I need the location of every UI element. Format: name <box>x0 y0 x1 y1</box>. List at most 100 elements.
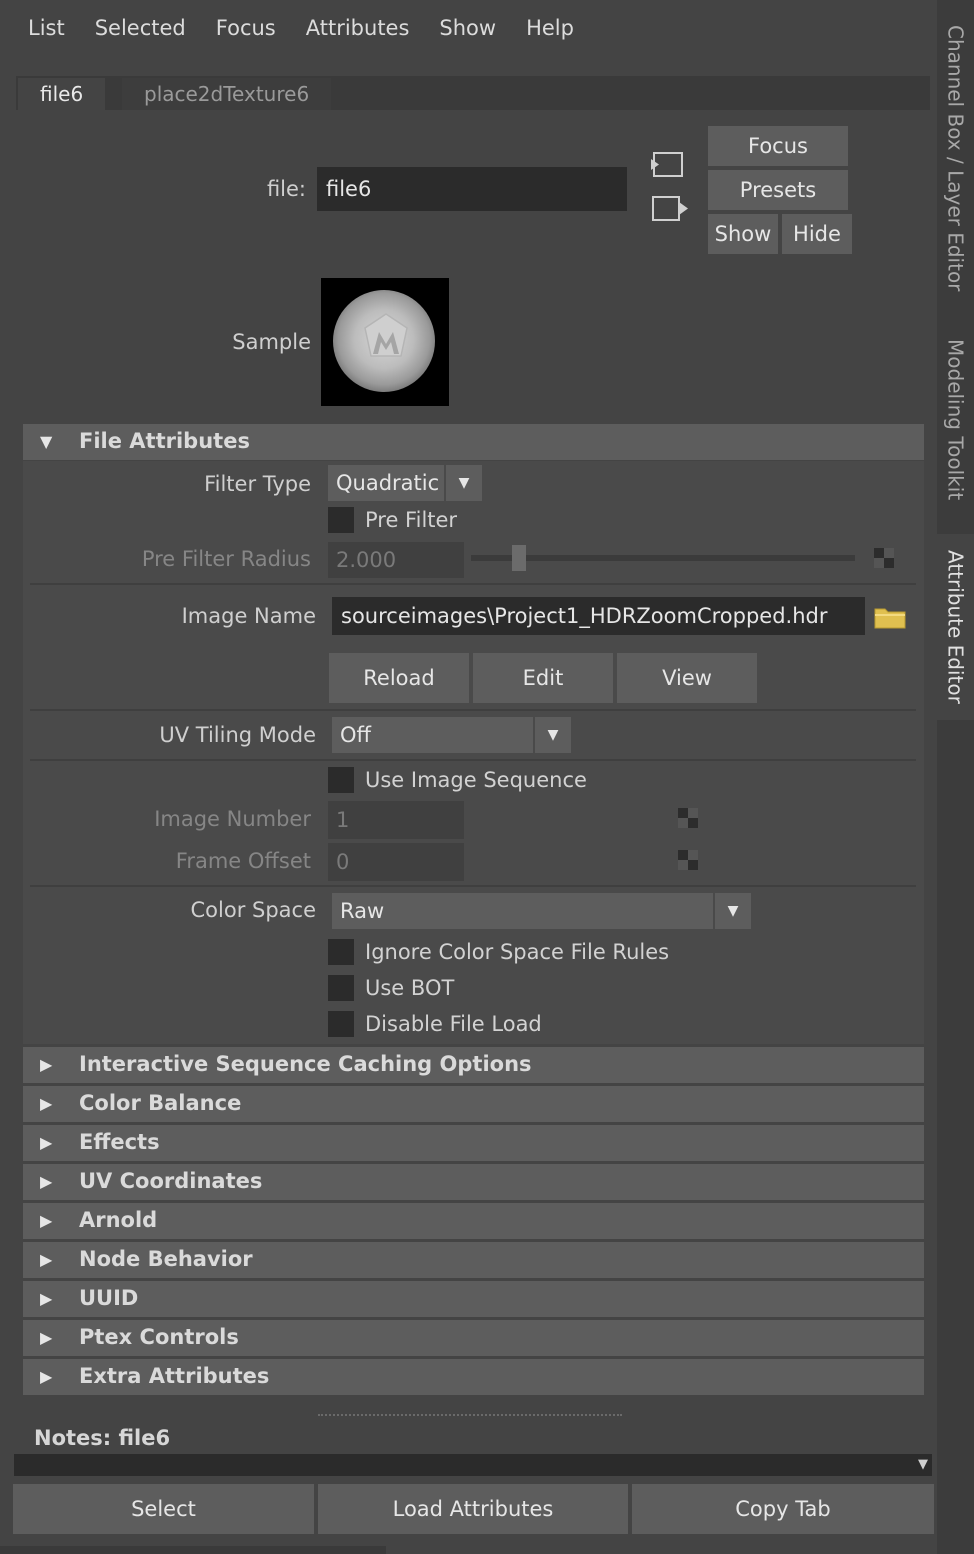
section-effects[interactable]: ▶ Effects <box>23 1125 924 1161</box>
maya-logo-icon <box>364 313 408 357</box>
hide-button[interactable]: Hide <box>782 214 852 254</box>
color-space-dropdown[interactable]: Raw ▼ <box>332 893 751 929</box>
section-file-attributes[interactable]: ▼ File Attributes <box>23 424 924 460</box>
select-button[interactable]: Select <box>13 1484 314 1534</box>
vtab-label: Modeling Toolkit <box>943 339 968 501</box>
node-tab-bar: file6 place2dTexture6 <box>16 76 930 110</box>
notes-label: Notes: file6 <box>34 1426 171 1450</box>
image-number-field[interactable]: 1 <box>328 801 464 839</box>
ignore-color-space-rules-label: Ignore Color Space File Rules <box>365 940 670 964</box>
section-title: File Attributes <box>79 429 250 453</box>
section-ptex-controls[interactable]: ▶ Ptex Controls <box>23 1320 924 1356</box>
view-button[interactable]: View <box>617 653 757 703</box>
image-number-label: Image Number <box>154 807 311 831</box>
image-name-field[interactable]: sourceimages\Project1_HDRZoomCropped.hdr <box>332 597 865 635</box>
focus-button[interactable]: Focus <box>708 126 848 166</box>
disable-file-load-label: Disable File Load <box>365 1012 542 1036</box>
section-interactive-sequence-caching[interactable]: ▶ Interactive Sequence Caching Options <box>23 1047 924 1083</box>
chevron-down-icon: ▼ <box>713 893 751 929</box>
collapsed-arrow-icon: ▶ <box>40 1250 53 1269</box>
collapsed-arrow-icon: ▶ <box>40 1094 53 1113</box>
section-title: Ptex Controls <box>79 1325 239 1349</box>
tab-file6[interactable]: file6 <box>18 78 106 110</box>
attribute-editor-panel: List Selected Focus Attributes Show Help… <box>0 0 937 1554</box>
chevron-down-icon: ▼ <box>533 717 571 753</box>
menu-focus[interactable]: Focus <box>216 16 276 40</box>
node-name-field[interactable]: file6 <box>317 167 627 211</box>
section-extra-attributes[interactable]: ▶ Extra Attributes <box>23 1359 924 1395</box>
section-color-balance[interactable]: ▶ Color Balance <box>23 1086 924 1122</box>
map-button-icon[interactable] <box>678 850 698 870</box>
menu-list[interactable]: List <box>28 16 65 40</box>
divider <box>30 583 916 585</box>
section-uv-coordinates[interactable]: ▶ UV Coordinates <box>23 1164 924 1200</box>
tab-channel-box-layer-editor[interactable]: Channel Box / Layer Editor <box>937 10 974 306</box>
divider <box>30 885 916 887</box>
menu-bar: List Selected Focus Attributes Show Help <box>8 8 584 48</box>
tab-modeling-toolkit[interactable]: Modeling Toolkit <box>937 312 974 528</box>
menu-show[interactable]: Show <box>439 16 496 40</box>
pre-filter-radius-label: Pre Filter Radius <box>141 547 311 571</box>
collapsed-arrow-icon: ▶ <box>40 1133 53 1152</box>
side-tab-strip: Channel Box / Layer Editor Modeling Tool… <box>937 0 974 1554</box>
section-node-behavior[interactable]: ▶ Node Behavior <box>23 1242 924 1278</box>
notes-resize-handle[interactable] <box>318 1414 622 1416</box>
pre-filter-radius-slider-track[interactable] <box>471 555 855 561</box>
collapsed-arrow-icon: ▶ <box>40 1211 53 1230</box>
map-button-icon[interactable] <box>874 548 894 568</box>
pre-filter-label: Pre Filter <box>365 508 458 532</box>
sample-label: Sample <box>232 330 311 354</box>
input-connection-icon[interactable] <box>650 150 686 180</box>
show-button[interactable]: Show <box>708 214 778 254</box>
dropdown-value: Quadratic <box>336 471 440 495</box>
vtab-label: Channel Box / Layer Editor <box>943 24 968 292</box>
image-name-label: Image Name <box>181 604 316 628</box>
menu-help[interactable]: Help <box>526 16 574 40</box>
color-space-label: Color Space <box>190 898 317 922</box>
expanded-arrow-icon: ▼ <box>40 432 53 451</box>
status-strip <box>0 1546 386 1554</box>
use-bot-label: Use BOT <box>365 976 455 1000</box>
section-title: Extra Attributes <box>79 1364 270 1388</box>
collapsed-arrow-icon: ▶ <box>40 1328 53 1347</box>
dropdown-value: Raw <box>340 899 385 923</box>
copy-tab-button[interactable]: Copy Tab <box>632 1484 934 1534</box>
collapsed-arrow-icon: ▶ <box>40 1367 53 1386</box>
pre-filter-checkbox[interactable] <box>328 507 354 533</box>
notes-field[interactable]: ▼ <box>14 1454 932 1476</box>
section-title: Effects <box>79 1130 160 1154</box>
use-image-sequence-checkbox[interactable] <box>328 767 354 793</box>
sample-swatch[interactable] <box>321 278 449 406</box>
pre-filter-radius-slider-handle[interactable] <box>512 545 526 571</box>
tab-attribute-editor[interactable]: Attribute Editor <box>937 534 974 720</box>
section-title: UV Coordinates <box>79 1169 263 1193</box>
menu-selected[interactable]: Selected <box>95 16 186 40</box>
tab-place2dtexture6[interactable]: place2dTexture6 <box>122 78 332 110</box>
load-attributes-button[interactable]: Load Attributes <box>318 1484 628 1534</box>
filter-type-dropdown[interactable]: Quadratic ▼ <box>328 465 482 501</box>
section-title: Interactive Sequence Caching Options <box>79 1052 532 1076</box>
edit-button[interactable]: Edit <box>473 653 613 703</box>
folder-icon[interactable] <box>874 605 906 629</box>
frame-offset-field[interactable]: 0 <box>328 843 464 881</box>
disable-file-load-checkbox[interactable] <box>328 1011 354 1037</box>
uv-tiling-mode-label: UV Tiling Mode <box>159 723 316 747</box>
section-title: Arnold <box>79 1208 158 1232</box>
pre-filter-radius-field[interactable]: 2.000 <box>328 542 464 578</box>
chevron-down-icon[interactable]: ▼ <box>918 1457 928 1472</box>
map-button-icon[interactable] <box>678 808 698 828</box>
collapsed-arrow-icon: ▶ <box>40 1172 53 1191</box>
use-bot-checkbox[interactable] <box>328 975 354 1001</box>
section-arnold[interactable]: ▶ Arnold <box>23 1203 924 1239</box>
section-title: UUID <box>79 1286 139 1310</box>
frame-offset-label: Frame Offset <box>175 849 311 873</box>
output-connection-icon[interactable] <box>650 194 690 224</box>
presets-button[interactable]: Presets <box>708 170 848 210</box>
section-uuid[interactable]: ▶ UUID <box>23 1281 924 1317</box>
ignore-color-space-rules-checkbox[interactable] <box>328 939 354 965</box>
uv-tiling-mode-dropdown[interactable]: Off ▼ <box>332 717 571 753</box>
dropdown-value: Off <box>340 723 371 747</box>
vtab-label: Attribute Editor <box>943 550 968 704</box>
menu-attributes[interactable]: Attributes <box>306 16 410 40</box>
reload-button[interactable]: Reload <box>329 653 469 703</box>
